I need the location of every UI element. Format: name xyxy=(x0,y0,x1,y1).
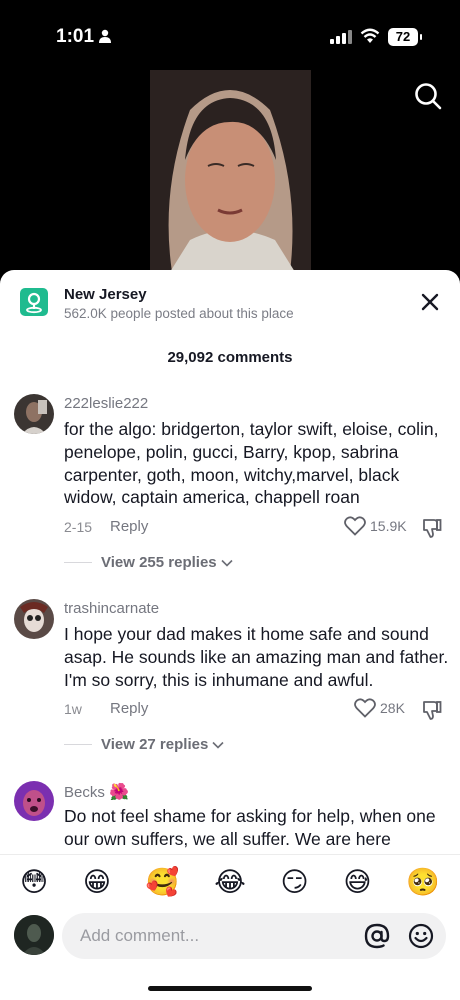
place-header[interactable]: New Jersey 562.0K people posted about th… xyxy=(0,270,460,334)
divider-line xyxy=(64,744,92,745)
place-name: New Jersey xyxy=(64,286,147,303)
avatar[interactable] xyxy=(14,394,54,434)
comment-date: 1w xyxy=(64,701,82,717)
comment-text: Do not feel shame for asking for help, w… xyxy=(64,806,436,849)
comment-text: for the algo: bridgerton, taylor swift, … xyxy=(64,419,439,508)
comment-username[interactable]: 222leslie222 xyxy=(64,395,148,412)
home-indicator xyxy=(148,986,312,991)
status-time: 1:01 xyxy=(56,26,95,47)
video-frame-image xyxy=(150,70,311,272)
comment-username[interactable]: Becks 🌺 xyxy=(64,782,129,801)
status-bar: 1:01 72 xyxy=(0,0,460,70)
hearts-face-emoji-button[interactable]: 🥰 xyxy=(146,867,180,898)
avatar[interactable] xyxy=(14,599,54,639)
joy-emoji-button[interactable]: 😂 xyxy=(214,867,246,898)
comment-meta: 1w Reply xyxy=(64,700,148,717)
comments-count: 29,092 comments xyxy=(167,349,293,366)
emoji-quick-bar: 😳 😁 🥰 😂 😏 😅 🥺 xyxy=(0,854,460,910)
avatar[interactable] xyxy=(14,781,54,821)
heart-icon xyxy=(354,698,376,718)
close-icon[interactable] xyxy=(418,290,442,314)
video-player[interactable] xyxy=(150,70,311,272)
view-replies-button[interactable]: View 255 replies xyxy=(64,554,233,571)
smirk-emoji-button[interactable]: 😏 xyxy=(281,867,309,898)
search-icon[interactable] xyxy=(412,80,444,112)
like-button[interactable]: 15.9K xyxy=(344,516,407,536)
like-count: 15.9K xyxy=(370,518,407,534)
wifi-icon xyxy=(360,28,380,43)
dislike-icon[interactable] xyxy=(421,517,443,539)
emoji-picker-icon[interactable] xyxy=(408,923,434,949)
view-replies-label: View 255 replies xyxy=(101,554,217,571)
cellular-signal-icon xyxy=(330,30,352,44)
place-subtitle: 562.0K people posted about this place xyxy=(64,306,294,321)
location-pin-icon xyxy=(20,288,48,316)
comment-date: 2-15 xyxy=(64,519,93,535)
chevron-down-icon xyxy=(221,559,233,567)
comment-text: I hope your dad makes it home safe and s… xyxy=(64,624,449,690)
mention-icon[interactable] xyxy=(364,923,390,949)
comment-input-box[interactable] xyxy=(62,913,446,959)
like-button[interactable]: 28K xyxy=(354,698,405,718)
comment-input[interactable] xyxy=(80,913,350,959)
view-replies-label: View 27 replies xyxy=(101,736,209,753)
reply-button[interactable]: Reply xyxy=(110,700,148,717)
pleading-emoji-button[interactable]: 🥺 xyxy=(406,867,440,898)
view-replies-button[interactable]: View 27 replies xyxy=(64,736,224,753)
username-text: Becks xyxy=(64,784,105,801)
comment-composer xyxy=(0,910,460,1000)
comment-meta: 2-15 Reply xyxy=(64,518,148,535)
flushed-emoji-button[interactable]: 😳 xyxy=(20,867,48,898)
like-count: 28K xyxy=(380,700,405,716)
hibiscus-icon: 🌺 xyxy=(109,782,129,801)
person-icon xyxy=(99,29,111,43)
comment-username[interactable]: trashincarnate xyxy=(64,600,159,617)
chevron-down-icon xyxy=(212,741,224,749)
grin-emoji-button[interactable]: 😁 xyxy=(83,867,111,898)
heart-icon xyxy=(344,516,366,536)
divider-line xyxy=(64,562,92,563)
sweat-smile-emoji-button[interactable]: 😅 xyxy=(343,867,371,898)
battery-indicator: 72 xyxy=(388,28,422,46)
reply-button[interactable]: Reply xyxy=(110,518,148,535)
dislike-icon[interactable] xyxy=(421,699,443,721)
avatar[interactable] xyxy=(14,915,54,955)
